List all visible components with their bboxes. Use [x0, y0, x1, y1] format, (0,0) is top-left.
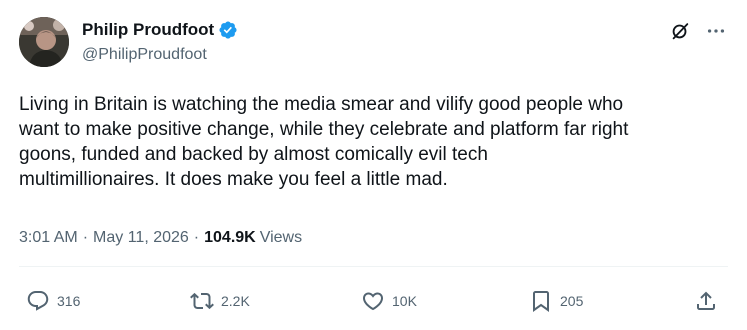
author-handle[interactable]: @PhilipProudfoot — [82, 46, 207, 64]
tweet-text-line: multimillionaires. It does make you feel… — [19, 169, 448, 190]
verified-badge-icon — [218, 20, 238, 40]
tweet-date[interactable]: May 11, 2026 — [93, 229, 189, 247]
repost-count: 2.2K — [221, 293, 250, 309]
like-button[interactable]: 10K — [361, 289, 417, 313]
author-name-row: Philip Proudfoot — [82, 20, 238, 40]
repost-button[interactable]: 2.2K — [190, 289, 250, 313]
share-icon — [694, 289, 718, 313]
tweet-text: Living in Britain is watching the media … — [19, 92, 731, 192]
top-actions — [669, 20, 727, 42]
tweet-card: Philip Proudfoot @PhilipProudfoot Living… — [0, 0, 747, 330]
views-count: 104.9K — [204, 229, 256, 246]
repost-icon — [190, 289, 214, 313]
tweet-text-line: Living in Britain is watching the media … — [19, 94, 624, 115]
avatar[interactable] — [19, 17, 69, 67]
tweet-time[interactable]: 3:01 AM — [19, 229, 78, 247]
meta-separator: · — [82, 229, 89, 246]
author-name[interactable]: Philip Proudfoot — [82, 20, 214, 40]
divider — [19, 266, 728, 267]
share-button[interactable] — [694, 289, 718, 313]
reply-count: 316 — [57, 293, 81, 309]
bookmark-count: 205 — [560, 293, 584, 309]
tweet-text-line: goons, funded and backed by almost comic… — [19, 144, 488, 165]
meta-separator: · — [193, 229, 200, 246]
reply-button[interactable]: 316 — [26, 289, 80, 313]
tweet-text-line: want to make positive change, while they… — [19, 119, 629, 140]
like-count: 10K — [392, 293, 417, 309]
grok-icon[interactable] — [669, 20, 691, 42]
views-label: Views — [259, 229, 303, 246]
reply-icon — [26, 289, 50, 313]
more-horizontal-icon[interactable] — [705, 20, 727, 42]
tweet-meta: 3:01 AM · May 11, 2026 · 104.9K Views — [19, 229, 302, 247]
bookmark-icon — [529, 289, 553, 313]
heart-icon — [361, 289, 385, 313]
bookmark-button[interactable]: 205 — [529, 289, 583, 313]
